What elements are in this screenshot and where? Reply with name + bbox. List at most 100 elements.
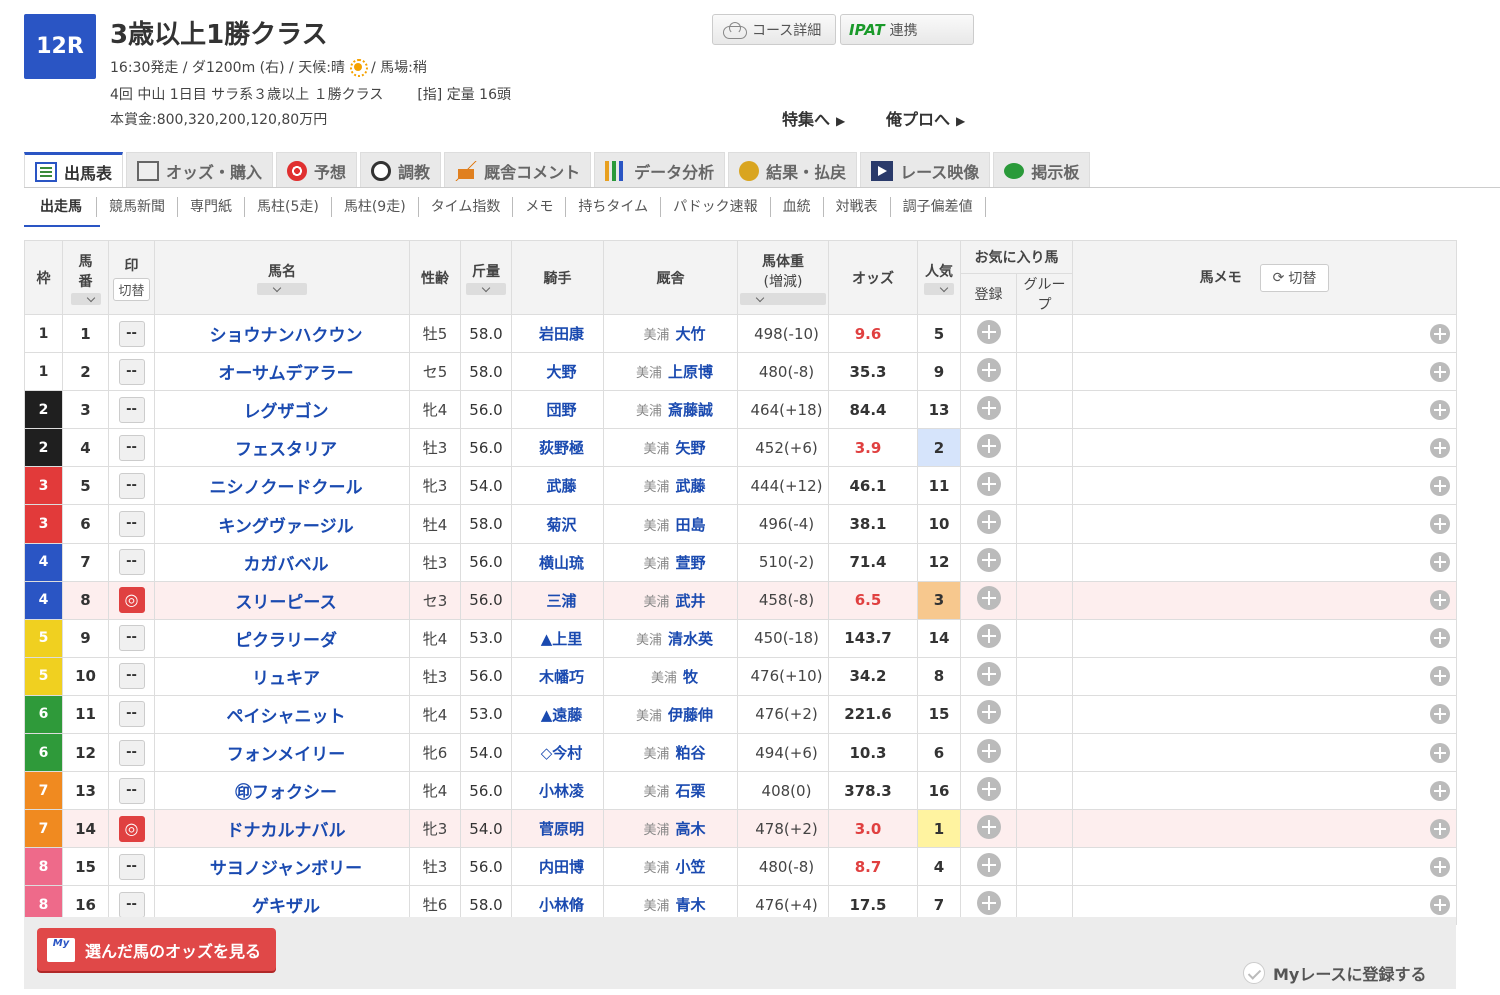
sort-icon[interactable] xyxy=(924,282,954,295)
jockey-link[interactable]: 小林凌 xyxy=(511,771,604,811)
subtab-pedigree[interactable]: 血統 xyxy=(771,197,824,217)
tab-training[interactable]: 調教 xyxy=(360,152,442,188)
jockey-link[interactable]: 横山琉 xyxy=(511,542,604,582)
tab-race-video[interactable]: レース映像 xyxy=(860,152,991,188)
horse-name-link[interactable]: フェスタリア xyxy=(154,428,410,468)
add-favorite-icon[interactable] xyxy=(976,814,1001,839)
mark-select[interactable]: -- xyxy=(118,472,145,499)
jockey-link[interactable]: ▲上里 xyxy=(511,618,604,658)
trainer-link[interactable]: 田島 xyxy=(676,516,706,534)
mark-select[interactable]: -- xyxy=(118,549,145,576)
ipat-link-button[interactable]: IPAT 連携 xyxy=(840,14,974,45)
jockey-link[interactable]: 菊沢 xyxy=(511,504,604,544)
subtab-entries[interactable]: 出走馬 xyxy=(24,197,97,217)
add-favorite-icon[interactable] xyxy=(976,852,1001,877)
trainer-link[interactable]: 伊藤伸 xyxy=(668,706,713,724)
add-memo-icon[interactable] xyxy=(1430,894,1450,915)
mark-select[interactable]: -- xyxy=(118,663,145,690)
mark-select[interactable]: -- xyxy=(118,739,145,766)
add-favorite-icon[interactable] xyxy=(976,510,1001,535)
trainer-link[interactable]: 矢野 xyxy=(676,439,706,457)
add-memo-icon[interactable] xyxy=(1430,742,1450,763)
add-memo-icon[interactable] xyxy=(1430,856,1450,877)
horse-name-link[interactable]: ㊞フォクシー xyxy=(154,771,410,811)
tab-results[interactable]: 結果・払戻 xyxy=(728,152,858,188)
jockey-link[interactable]: 荻野極 xyxy=(511,428,604,468)
mark-select[interactable]: ◎ xyxy=(118,815,145,842)
subtab-past5[interactable]: 馬柱(5走) xyxy=(245,197,332,217)
trainer-link[interactable]: 清水英 xyxy=(668,630,713,648)
subtab-time-index[interactable]: タイム指数 xyxy=(419,197,514,217)
trainer-link[interactable]: 粕谷 xyxy=(676,744,706,762)
add-memo-icon[interactable] xyxy=(1430,323,1450,344)
add-memo-icon[interactable] xyxy=(1430,666,1450,687)
add-memo-icon[interactable] xyxy=(1430,552,1450,573)
tab-shutsuba[interactable]: 出馬表 xyxy=(24,152,124,188)
horse-name-link[interactable]: スリーピース xyxy=(154,580,410,620)
add-favorite-icon[interactable] xyxy=(976,548,1001,573)
mark-select[interactable]: -- xyxy=(118,891,145,918)
add-favorite-icon[interactable] xyxy=(976,395,1001,420)
oreprro-link[interactable]: 俺プロへ ▶ xyxy=(886,106,965,130)
trainer-link[interactable]: 斎藤誠 xyxy=(668,401,713,419)
subtab-memo[interactable]: メモ xyxy=(513,197,567,217)
horse-name-link[interactable]: ピクラリーダ xyxy=(154,618,410,658)
col-weight[interactable]: 馬体重 (増減) xyxy=(737,240,829,315)
horse-name-link[interactable]: ペイシャニット xyxy=(154,694,410,735)
add-favorite-icon[interactable] xyxy=(976,433,1001,458)
subtab-special-paper[interactable]: 専門紙 xyxy=(178,197,245,217)
tab-stable-comment[interactable]: 厩舎コメント xyxy=(444,152,592,188)
horse-name-link[interactable]: リュキア xyxy=(154,656,410,696)
subtab-best-time[interactable]: 持ちタイム xyxy=(566,197,662,217)
course-detail-button[interactable]: コース詳細 xyxy=(712,14,836,45)
col-kinryo[interactable]: 斤量 xyxy=(460,240,512,315)
mark-select[interactable]: -- xyxy=(118,434,145,461)
add-memo-icon[interactable] xyxy=(1430,399,1450,420)
horse-name-link[interactable]: カガバベル xyxy=(154,542,410,582)
mark-select[interactable]: -- xyxy=(118,358,145,385)
trainer-link[interactable]: 上原博 xyxy=(668,363,713,381)
trainer-link[interactable]: 萱野 xyxy=(676,554,706,572)
subtab-paddock[interactable]: パドック速報 xyxy=(661,197,771,217)
trainer-link[interactable]: 大竹 xyxy=(676,325,706,343)
add-favorite-icon[interactable] xyxy=(976,700,1001,725)
jockey-link[interactable]: 岩田康 xyxy=(511,313,604,354)
subtab-condition[interactable]: 調子偏差値 xyxy=(891,197,986,217)
mark-select[interactable]: -- xyxy=(118,396,145,423)
sort-icon[interactable] xyxy=(257,282,307,295)
add-memo-icon[interactable] xyxy=(1430,628,1450,649)
horse-name-link[interactable]: キングヴァージル xyxy=(154,504,410,544)
add-memo-icon[interactable] xyxy=(1430,780,1450,801)
trainer-link[interactable]: 武藤 xyxy=(676,477,706,495)
add-memo-icon[interactable] xyxy=(1430,475,1450,496)
horse-name-link[interactable]: オーサムデアラー xyxy=(154,352,410,392)
jockey-link[interactable]: 団野 xyxy=(511,390,604,430)
sort-icon[interactable] xyxy=(70,292,101,305)
memo-swap-button[interactable]: ⟳ 切替 xyxy=(1259,263,1330,292)
mark-select[interactable]: -- xyxy=(118,777,145,804)
col-horse[interactable]: 馬名 xyxy=(154,240,410,315)
add-memo-icon[interactable] xyxy=(1430,590,1450,611)
mark-select[interactable]: -- xyxy=(118,320,145,347)
add-favorite-icon[interactable] xyxy=(976,776,1001,801)
mark-select[interactable]: -- xyxy=(118,701,145,728)
col-ninki[interactable]: 人気 xyxy=(917,240,961,315)
tab-prediction[interactable]: 予想 xyxy=(276,152,358,188)
add-memo-icon[interactable] xyxy=(1430,818,1450,839)
jockey-link[interactable]: 武藤 xyxy=(511,466,604,506)
trainer-link[interactable]: 石栗 xyxy=(676,782,706,800)
trainer-link[interactable]: 小笠 xyxy=(676,858,706,876)
add-favorite-icon[interactable] xyxy=(976,319,1001,344)
subtab-newspaper[interactable]: 競馬新聞 xyxy=(97,197,178,217)
add-memo-icon[interactable] xyxy=(1430,437,1450,458)
tab-data-analysis[interactable]: データ分析 xyxy=(594,152,726,188)
tab-board[interactable]: 掲示板 xyxy=(993,152,1091,188)
mark-select[interactable]: -- xyxy=(118,853,145,880)
add-memo-icon[interactable] xyxy=(1430,704,1450,725)
feature-link[interactable]: 特集へ ▶ xyxy=(782,106,845,130)
subtab-past9[interactable]: 馬柱(9走) xyxy=(332,197,419,217)
add-memo-icon[interactable] xyxy=(1430,514,1450,535)
horse-name-link[interactable]: サヨノジャンボリー xyxy=(154,847,410,887)
mark-select[interactable]: -- xyxy=(118,625,145,652)
mark-select[interactable]: -- xyxy=(118,511,145,538)
